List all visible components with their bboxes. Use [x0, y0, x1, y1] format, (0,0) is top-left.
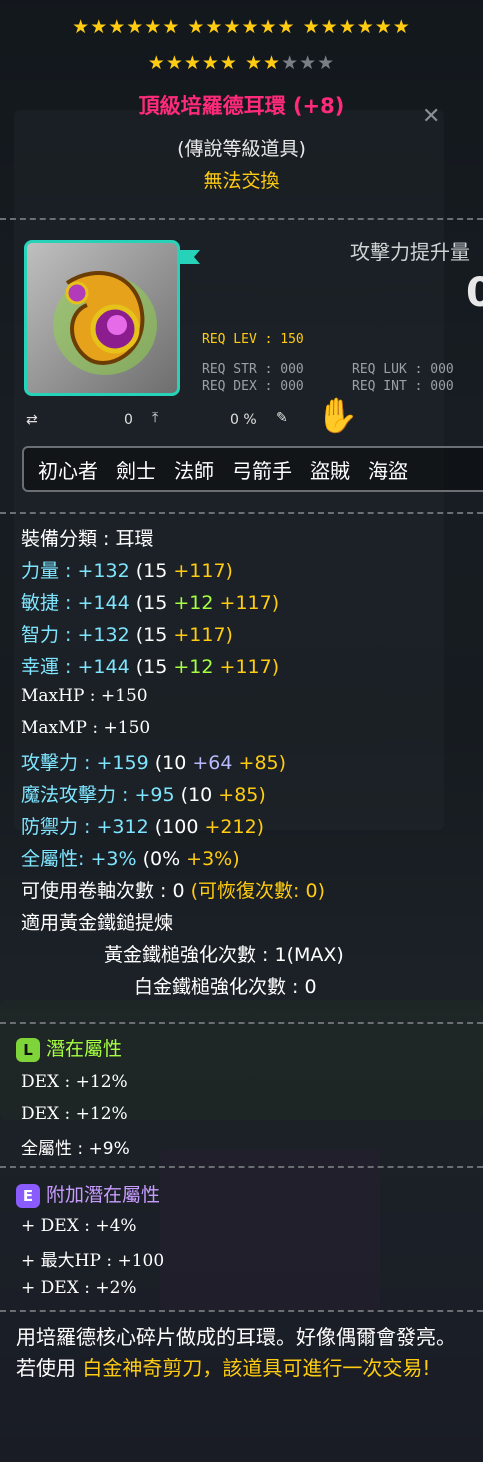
epic-potential-icon: E: [16, 1183, 40, 1208]
side-attack-value: 0: [466, 270, 483, 316]
bonus-potential-title: 附加潛在屬性: [46, 1184, 161, 1206]
item-grade: (傳說等級道具): [177, 138, 306, 160]
item-description: 用培羅德核心碎片做成的耳環。好像偶爾會發亮。 若使用 白金神奇剪刀，該道具可進行…: [16, 1322, 478, 1384]
stat-dex: 敏捷 : +144 (15 +12 +117): [21, 592, 280, 614]
equip-category: 裝備分類 : 耳環: [21, 528, 154, 550]
stat-defense: 防禦力 : +312 (100 +212): [21, 816, 265, 838]
gold-hammer-count: 黃金鐵槌強化次數 : 1(MAX): [104, 944, 344, 966]
close-icon[interactable]: ✕: [422, 104, 440, 129]
item-name: 頂級培羅德耳環 (+8): [138, 94, 345, 118]
bonus-potential-header: E 附加潛在屬性: [16, 1180, 160, 1208]
description-trade-note: 若使用 白金神奇剪刀，該道具可進行一次交易!: [16, 1356, 431, 1380]
percent-value: 0 %: [230, 412, 257, 428]
potential-line: 全屬性 : +9%: [21, 1139, 130, 1159]
earring-icon: [53, 271, 157, 375]
hand-cursor-icon: ✋: [316, 396, 359, 436]
stat-attack: 攻擊力 : +159 (10 +64 +85): [21, 752, 287, 774]
hammer-applicable: 適用黃金鐵鎚提煉: [21, 912, 174, 934]
legendary-potential-icon: L: [16, 1037, 40, 1062]
req-level: REQ LEV : 150: [202, 332, 304, 347]
req-str: REQ STR : 000: [202, 362, 304, 377]
bonus-potential-line: + 最大HP : +100: [21, 1251, 165, 1271]
star-force-stars-filled: ★★★★★ ★★: [147, 52, 282, 74]
stat-magic-attack: 魔法攻擊力 : +95 (10 +85): [21, 784, 266, 806]
slot-count: 0: [124, 412, 133, 428]
divider: [0, 1310, 483, 1312]
edit-icon: ✎: [276, 410, 288, 426]
stat-str: 力量 : +132 (15 +117): [21, 560, 233, 582]
job-bowman: 弓箭手: [232, 458, 292, 483]
job-beginner: 初心者: [38, 458, 98, 483]
star-force-stars: ★★★★★★ ★★★★★★ ★★★★★★: [72, 16, 411, 38]
platinum-hammer-count: 白金鐵槌強化次數 : 0: [134, 976, 317, 998]
grade-flag-icon: [180, 250, 200, 264]
divider: [0, 1022, 483, 1024]
scroll-slots: 可使用卷軸次數 : 0 (可恢復次數: 0): [21, 880, 325, 902]
star-force-row-1: ★★★★★★ ★★★★★★ ★★★★★★: [0, 16, 483, 38]
stat-all: 全屬性: +3% (0% +3%): [21, 848, 240, 870]
stat-maxhp: MaxHP : +150: [21, 686, 148, 706]
potential-title: 潛在屬性: [46, 1038, 123, 1060]
side-attack-text: 攻擊力提升量: [350, 240, 470, 264]
divider: [0, 512, 483, 514]
job-thief: 盜賊: [310, 458, 350, 483]
bonus-potential-line: + DEX : +2%: [21, 1278, 137, 1298]
item-icon-frame: [24, 240, 180, 396]
stat-int: 智力 : +132 (15 +117): [21, 624, 233, 646]
req-dex: REQ DEX : 000: [202, 379, 304, 394]
job-magician: 法師: [174, 458, 214, 483]
trade-status: 無法交換: [203, 170, 280, 192]
job-pirate: 海盜: [368, 458, 408, 483]
stat-maxmp: MaxMP : +150: [21, 718, 151, 738]
job-list: 初心者 劍士 法師 弓箭手 盜賊 海盜: [22, 446, 483, 492]
item-tooltip: ★★★★★★ ★★★★★★ ★★★★★★ ★★★★★ ★★★★★ 頂級培羅德耳環…: [0, 0, 483, 1462]
req-luk: REQ LUK : 000: [352, 362, 454, 377]
req-int: REQ INT : 000: [352, 379, 454, 394]
job-warrior: 劍士: [116, 458, 156, 483]
bonus-potential-line: + DEX : +4%: [21, 1216, 137, 1236]
star-force-row-2: ★★★★★ ★★★★★: [0, 52, 483, 74]
potential-header: L 潛在屬性: [16, 1034, 122, 1062]
stat-luk: 幸運 : +144 (15 +12 +117): [21, 656, 280, 678]
potential-line: DEX : +12%: [21, 1072, 128, 1092]
divider: [0, 1166, 483, 1168]
upload-icon: ⤒: [152, 410, 159, 426]
description-text: 用培羅德核心碎片做成的耳環。好像偶爾會發亮。: [16, 1325, 456, 1349]
star-force-stars-empty: ★★★: [281, 52, 336, 74]
trade-icon: ⇄: [26, 412, 38, 428]
divider: [0, 218, 483, 220]
potential-line: DEX : +12%: [21, 1104, 128, 1124]
